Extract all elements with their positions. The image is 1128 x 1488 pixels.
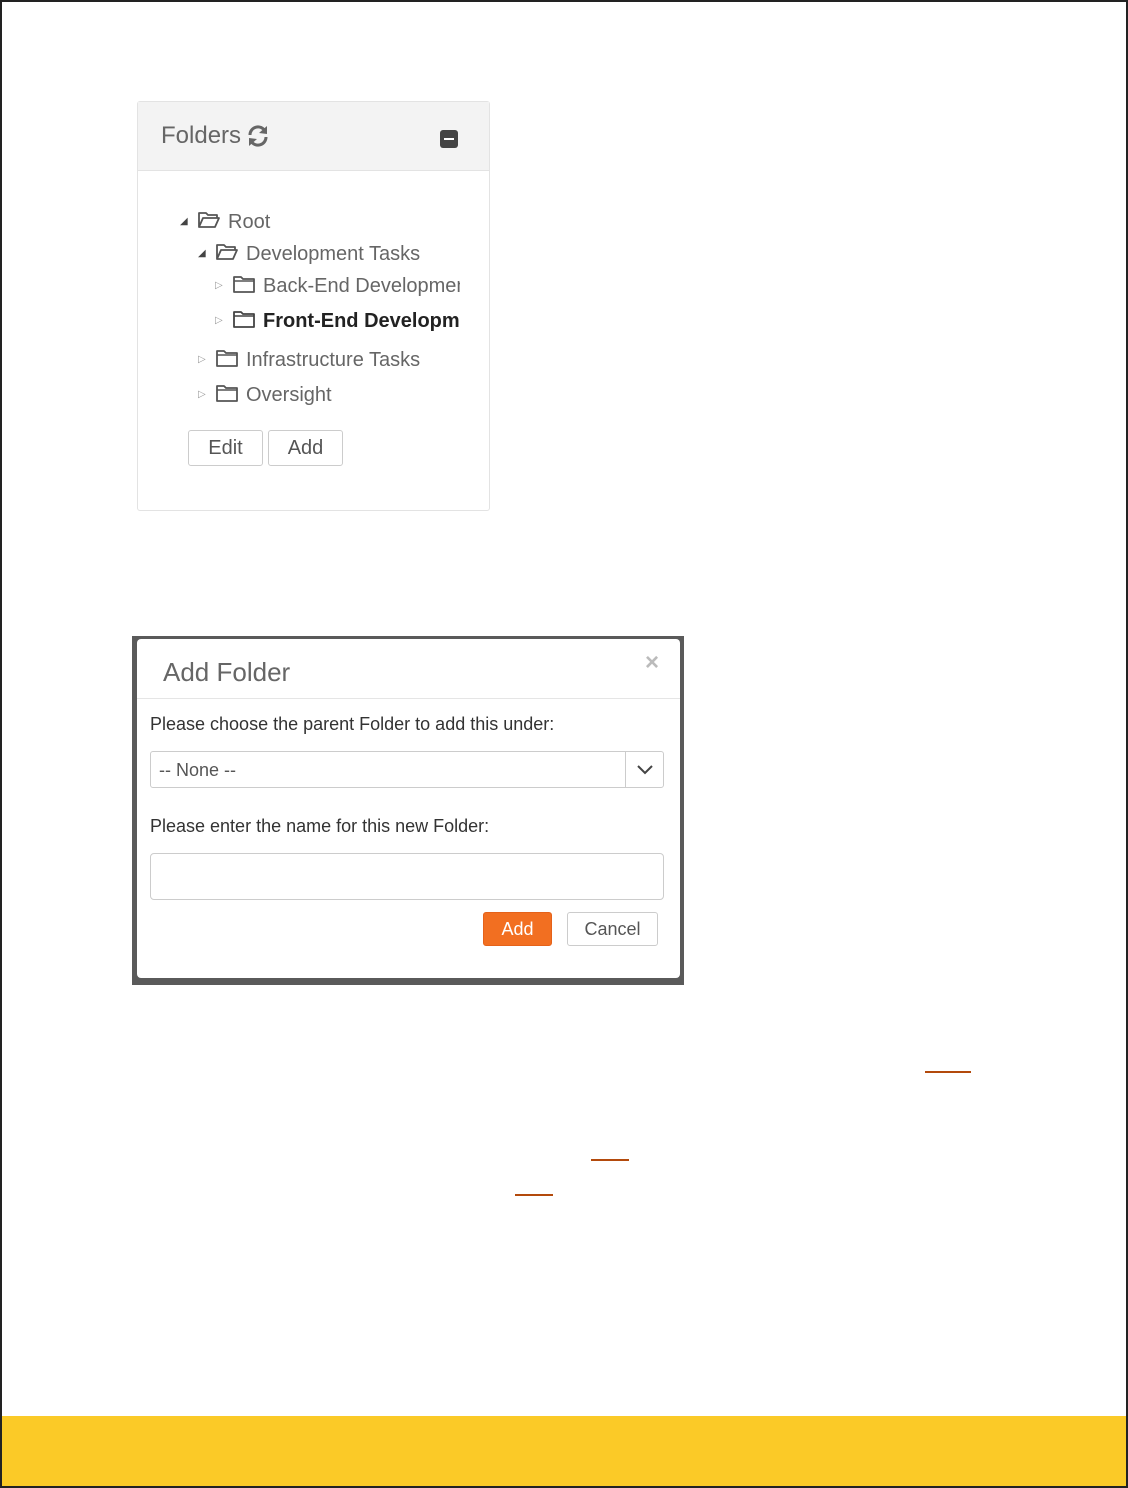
folders-panel: Folders ◢ Root ◢ Development Tasks ▷ Bac…: [137, 101, 490, 511]
tree-node-back-end-development[interactable]: ▷ Back-End Development: [215, 271, 460, 301]
tree-label: Development Tasks: [246, 242, 421, 265]
folder-open-icon: [198, 211, 220, 234]
folder-name-label: Please enter the name for this new Folde…: [150, 816, 490, 836]
collapsed-caret-icon[interactable]: ▷: [215, 281, 227, 291]
tree-label: Oversight: [246, 383, 332, 406]
parent-folder-label: Please choose the parent Folder to add t…: [150, 714, 555, 734]
tree-node-infrastructure-tasks[interactable]: ▷ Infrastructure Tasks: [198, 345, 420, 375]
folder-closed-icon: [233, 275, 255, 298]
link-underline: [591, 1159, 629, 1161]
add-folder-modal: Add Folder × Please choose the parent Fo…: [137, 639, 680, 978]
collapsed-caret-icon[interactable]: ▷: [215, 316, 227, 326]
edit-button[interactable]: Edit: [188, 430, 263, 466]
tree-label: Root: [228, 210, 271, 233]
folder-closed-icon: [216, 349, 238, 372]
modal-divider: [137, 698, 680, 699]
folder-closed-icon: [233, 310, 255, 333]
parent-folder-select[interactable]: -- None --: [150, 751, 664, 788]
chevron-down-icon[interactable]: [625, 752, 663, 787]
tree-node-front-end-development[interactable]: ▷ Front-End Development: [215, 306, 460, 336]
folder-name-input[interactable]: [150, 853, 664, 900]
close-icon[interactable]: ×: [645, 649, 659, 677]
tree-label: Front-End Development: [263, 309, 460, 332]
modal-title: Add Folder: [163, 657, 291, 687]
folder-closed-icon: [216, 384, 238, 407]
tree-node-oversight[interactable]: ▷ Oversight: [198, 380, 332, 410]
collapsed-caret-icon[interactable]: ▷: [198, 390, 210, 400]
tree-node-root[interactable]: ◢ Root: [180, 207, 270, 237]
add-button[interactable]: Add: [268, 430, 343, 466]
tree-label: Back-End Development: [263, 274, 460, 297]
footer-bar: [2, 1416, 1126, 1486]
folder-open-icon: [216, 243, 238, 266]
modal-add-button[interactable]: Add: [483, 912, 552, 946]
link-underline: [925, 1071, 971, 1073]
tree-node-development-tasks[interactable]: ◢ Development Tasks: [198, 239, 420, 269]
collapsed-caret-icon[interactable]: ▷: [198, 355, 210, 365]
tree-label: Infrastructure Tasks: [246, 348, 421, 371]
modal-cancel-button[interactable]: Cancel: [567, 912, 658, 946]
parent-folder-selected-value: -- None --: [159, 760, 237, 780]
link-underline: [515, 1194, 553, 1196]
expanded-caret-icon[interactable]: ◢: [198, 249, 210, 259]
expanded-caret-icon[interactable]: ◢: [180, 217, 192, 227]
